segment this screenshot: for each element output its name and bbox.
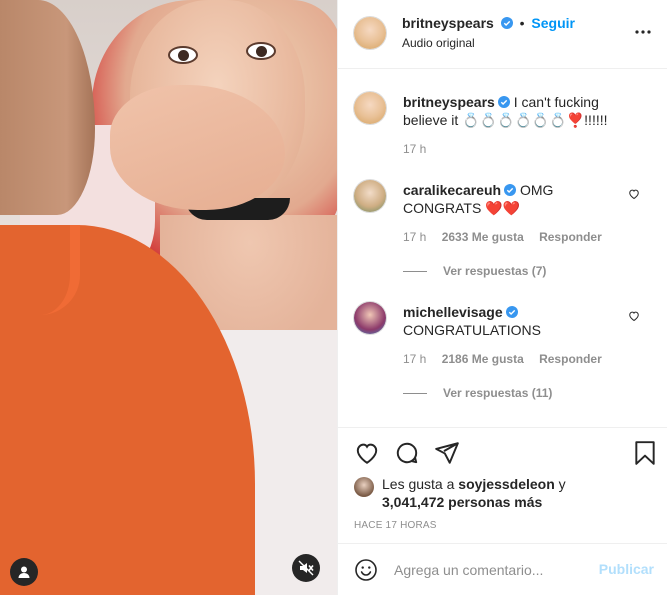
more-horizontal-icon[interactable] bbox=[634, 23, 652, 41]
comment-time[interactable]: 17 h bbox=[403, 352, 426, 366]
media-photo-man bbox=[0, 0, 95, 215]
post-media[interactable] bbox=[0, 0, 337, 595]
verified-badge-icon bbox=[504, 184, 517, 196]
media-photo-eye bbox=[246, 42, 276, 60]
view-replies-button[interactable]: Ver respuestas (7) bbox=[403, 264, 546, 278]
view-replies-label: Ver respuestas (11) bbox=[443, 386, 553, 400]
bookmark-icon[interactable] bbox=[632, 440, 658, 466]
avatar[interactable] bbox=[354, 92, 386, 124]
comment-text: caralikecareuh OMG CONGRATS ❤️❤️ bbox=[403, 181, 623, 217]
post-side-panel: britneyspears • Seguir Audio original br… bbox=[337, 0, 667, 595]
view-replies-label: Ver respuestas (7) bbox=[443, 264, 547, 278]
comment-username[interactable]: caralikecareuh bbox=[403, 182, 501, 198]
media-photo-collar bbox=[0, 225, 80, 315]
comment-icon[interactable] bbox=[394, 440, 420, 466]
share-icon[interactable] bbox=[434, 440, 460, 466]
comment-like-heart-icon[interactable] bbox=[628, 188, 640, 200]
post-date[interactable]: HACE 17 HORAS bbox=[354, 520, 437, 531]
comment-like-heart-icon[interactable] bbox=[628, 310, 640, 322]
caption-item: britneyspears I can't fucking believe it… bbox=[354, 92, 654, 162]
comment-meta: 17 h 2633 Me gusta Responder bbox=[403, 230, 614, 244]
caption-time[interactable]: 17 h bbox=[403, 142, 426, 156]
view-replies-button[interactable]: Ver respuestas (11) bbox=[403, 386, 552, 400]
heart-icon[interactable] bbox=[354, 440, 380, 466]
author-username[interactable]: britneyspears bbox=[402, 15, 494, 31]
comment-likes[interactable]: 2633 Me gusta bbox=[442, 230, 524, 244]
verified-badge-icon bbox=[500, 17, 513, 29]
muted-icon[interactable] bbox=[292, 554, 320, 582]
comment-time[interactable]: 17 h bbox=[403, 230, 426, 244]
add-comment-bar: Publicar bbox=[338, 543, 667, 595]
avatar[interactable] bbox=[354, 477, 374, 497]
comment-item: michellevisage CONGRATULATIONS 17 h 2186… bbox=[354, 302, 654, 402]
comment-text: michellevisage CONGRATULATIONS bbox=[403, 303, 623, 339]
likes-user[interactable]: soyjessdeleon bbox=[458, 476, 555, 492]
emoji-icon[interactable] bbox=[354, 558, 378, 582]
publish-button[interactable]: Publicar bbox=[599, 561, 654, 577]
likes-prefix: Les gusta a bbox=[382, 476, 459, 492]
replies-divider bbox=[403, 270, 427, 272]
header-separator: • bbox=[519, 15, 525, 31]
avatar[interactable] bbox=[354, 302, 386, 334]
likes-joiner: y bbox=[554, 476, 566, 492]
user-tag-icon[interactable] bbox=[10, 558, 38, 586]
likes-text: Les gusta a soyjessdeleon y 3,041,472 pe… bbox=[382, 475, 622, 511]
avatar[interactable] bbox=[354, 180, 386, 212]
comments-list[interactable]: britneyspears I can't fucking believe it… bbox=[338, 69, 667, 427]
caption-meta: 17 h bbox=[403, 142, 438, 156]
comment-username[interactable]: michellevisage bbox=[403, 304, 503, 320]
follow-button[interactable]: Seguir bbox=[531, 15, 575, 31]
media-photo-eye bbox=[168, 46, 198, 64]
post-header: britneyspears • Seguir Audio original bbox=[338, 0, 667, 69]
caption-username[interactable]: britneyspears bbox=[403, 94, 495, 110]
verified-badge-icon bbox=[505, 306, 518, 318]
comment-likes[interactable]: 2186 Me gusta bbox=[442, 352, 524, 366]
reply-button[interactable]: Responder bbox=[539, 352, 602, 366]
verified-badge-icon bbox=[497, 96, 510, 108]
post-author: britneyspears • Seguir bbox=[402, 15, 575, 31]
caption-text: britneyspears I can't fucking believe it… bbox=[403, 93, 623, 129]
comment-meta: 17 h 2186 Me gusta Responder bbox=[403, 352, 614, 366]
likes-count[interactable]: 3,041,472 personas más bbox=[382, 494, 542, 510]
comment-input[interactable] bbox=[394, 560, 574, 580]
avatar[interactable] bbox=[354, 17, 386, 49]
audio-label[interactable]: Audio original bbox=[402, 36, 475, 50]
reply-button[interactable]: Responder bbox=[539, 230, 602, 244]
replies-divider bbox=[403, 392, 427, 394]
comment-item: caralikecareuh OMG CONGRATS ❤️❤️ 17 h 26… bbox=[354, 180, 654, 280]
post-actions: Les gusta a soyjessdeleon y 3,041,472 pe… bbox=[338, 427, 667, 547]
comment-body: CONGRATULATIONS bbox=[403, 322, 541, 338]
